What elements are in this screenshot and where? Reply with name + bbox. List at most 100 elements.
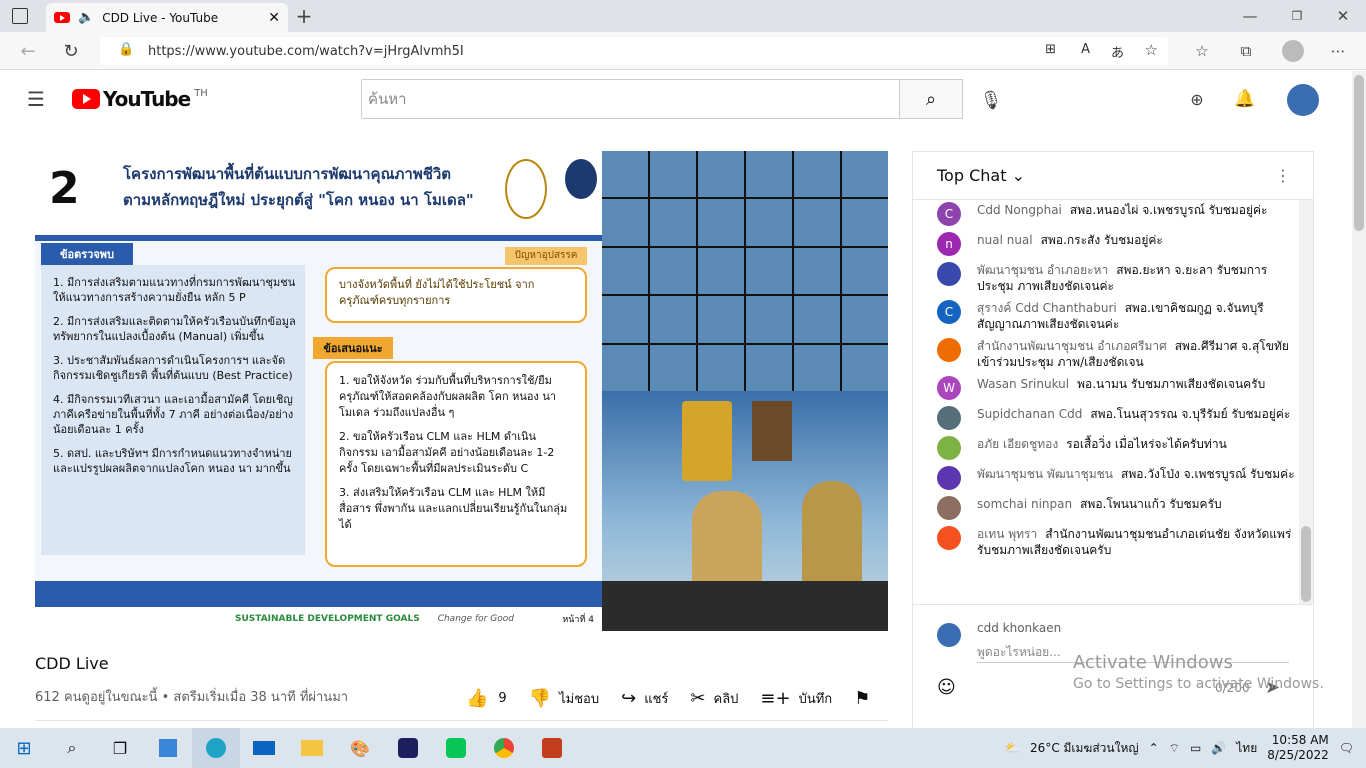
chat-more-icon[interactable]: ⋮ (1275, 166, 1291, 185)
search-input[interactable]: ค้นหา (361, 79, 900, 119)
chat-author[interactable]: Wasan Srinukul (977, 377, 1069, 391)
url-field[interactable]: 🔒 https://www.youtube.com/watch?v=jHrgAl… (100, 37, 1168, 65)
notifications-bell-icon[interactable]: 🔔 (1234, 88, 1256, 110)
chat-author[interactable]: อเทน พุทรา (977, 527, 1037, 541)
chat-author[interactable]: Supidchanan Cdd (977, 407, 1082, 421)
refresh-icon[interactable]: ↻ (60, 41, 82, 62)
network-icon[interactable]: ⌔ (1169, 741, 1180, 756)
start-button[interactable]: ⊞ (0, 728, 48, 768)
logo-text: YouTube (103, 87, 191, 111)
chat-message[interactable]: W Wasan Srinukul พอ.นามน รับชมภาพเสียงชัดเ… (913, 374, 1299, 404)
translate-icon[interactable]: あ (1111, 42, 1124, 61)
weather-icon[interactable]: ⛅ (1005, 741, 1020, 755)
scrollbar-thumb[interactable] (1301, 526, 1311, 602)
chat-author[interactable]: อภัย เอียดชูทอง (977, 437, 1058, 451)
chat-message-body: Supidchanan Cdd สพอ.โนนสุวรรณ จ.บุรีรัมย์… (977, 406, 1290, 430)
chat-mode-dropdown[interactable]: Top Chat ⌄ (937, 166, 1025, 185)
app-w-icon[interactable] (384, 728, 432, 768)
edge-icon[interactable] (192, 728, 240, 768)
app-icon[interactable]: ⊞ (1045, 42, 1056, 57)
mail-icon[interactable] (240, 728, 288, 768)
store-icon[interactable] (144, 728, 192, 768)
emoji-icon[interactable]: ☺ (937, 677, 956, 698)
tab-title: CDD Live - YouTube (102, 10, 219, 25)
favorites-icon[interactable]: ☆ (1192, 41, 1212, 61)
chat-message[interactable]: อเทน พุทรา สำนักงานพัฒนาชุมชนอำเภอเด่นชัย… (913, 524, 1299, 562)
search-taskbar-icon[interactable]: ⌕ (48, 728, 96, 768)
minimize-icon[interactable]: — (1240, 6, 1260, 26)
chat-author[interactable]: พัฒนาชุมชน พัฒนาชุมชน (977, 467, 1113, 481)
slide-number: 2 (49, 163, 80, 214)
volume-icon[interactable]: 🔊 (1211, 741, 1226, 755)
browser-tab[interactable]: 🔈 CDD Live - YouTube ✕ (46, 3, 288, 32)
page-scrollbar-thumb[interactable] (1354, 75, 1364, 231)
language-indicator[interactable]: ไทย (1236, 739, 1257, 758)
tab-actions-icon[interactable] (12, 8, 28, 24)
thumbs-down-icon: 👎 (528, 688, 552, 709)
chat-message[interactable]: พัฒนาชุมชน อำเภอยะหา สพอ.ยะหา จ.ยะลา รับช… (913, 260, 1299, 298)
chat-author[interactable]: somchai ninpan (977, 497, 1072, 511)
chat-message[interactable]: พัฒนาชุมชน พัฒนาชุมชน สพอ.วังโป่ง จ.เพชรบ… (913, 464, 1299, 494)
speaker-icon[interactable]: 🔈 (78, 10, 94, 25)
paint-icon[interactable]: 🎨 (336, 728, 384, 768)
windows-logo-icon: ⊞ (16, 737, 32, 759)
microphone-icon[interactable]: 🎙 (978, 87, 1004, 113)
like-button[interactable]: 👍 9 (466, 688, 507, 709)
chat-author[interactable]: พัฒนาชุมชน อำเภอยะหา (977, 263, 1108, 277)
chat-avatar (937, 526, 961, 550)
chat-message[interactable]: C Cdd Nongphai สพอ.หนองไผ่ จ.เพชรบูรณ์ รับ… (913, 200, 1299, 230)
chat-message[interactable]: Supidchanan Cdd สพอ.โนนสุวรรณ จ.บุรีรัมย์… (913, 404, 1299, 434)
restore-icon[interactable]: ❐ (1287, 6, 1307, 26)
chat-author[interactable]: Cdd Nongphai (977, 203, 1062, 217)
create-video-icon[interactable]: ⊕ (1185, 89, 1209, 109)
file-explorer-icon[interactable] (288, 728, 336, 768)
favorite-add-icon[interactable]: ☆ (1145, 41, 1158, 59)
line-icon[interactable] (432, 728, 480, 768)
video-player[interactable]: 2 โครงการพัฒนาพื้นที่ต้นแบบการพัฒนาคุณภา… (35, 151, 888, 631)
share-button[interactable]: ↪ แชร์ (621, 688, 668, 709)
clock[interactable]: 10:58 AM 8/25/2022 (1267, 733, 1329, 763)
close-window-icon[interactable]: ✕ (1333, 6, 1353, 26)
collections-icon[interactable]: ⧉ (1236, 41, 1256, 61)
profile-icon[interactable] (1282, 40, 1304, 62)
read-aloud-icon[interactable]: A (1081, 42, 1090, 57)
chat-message[interactable]: C สุรางค์ Cdd Chanthaburi สพอ.เขาคิชฌกูฏ จ… (913, 298, 1299, 336)
search-button[interactable]: ⌕ (899, 79, 963, 119)
chat-author[interactable]: nual nual (977, 233, 1033, 247)
tray-chevron-icon[interactable]: ⌃ (1149, 741, 1159, 755)
powerpoint-icon[interactable] (528, 728, 576, 768)
task-view-icon[interactable]: ❐ (96, 728, 144, 768)
footer-change: Change for Good (437, 614, 514, 624)
footer-goals: SUSTAINABLE DEVELOPMENT GOALS (235, 614, 420, 624)
dislike-button[interactable]: 👎 ไม่ชอบ (529, 688, 599, 709)
chat-author[interactable]: สำนักงานพัฒนาชุมชน อำเภอศรีมาศ (977, 339, 1167, 353)
chat-message[interactable]: อภัย เอียดชูทอง รอเสื้อวิ่ง เมื่อไหร่จะได… (913, 434, 1299, 464)
chat-text: รอเสื้อวิ่ง เมื่อไหร่จะได้ครับท่าน (1066, 437, 1227, 451)
weather-text[interactable]: 26°C มีเมฆส่วนใหญ่ (1030, 739, 1139, 758)
chat-avatar (937, 406, 961, 430)
clip-button[interactable]: ✂ คลิป (690, 688, 738, 709)
youtube-logo[interactable]: YouTube TH (72, 87, 208, 111)
page-scrollbar[interactable] (1352, 71, 1366, 728)
chat-text: สพอ.กระสัง รับชมอยู่ค่ะ (1040, 233, 1163, 247)
finding-item: 2. มีการส่งเสริมและติดตามให้ครัวเรือนบัน… (53, 315, 296, 343)
chat-message[interactable]: สำนักงานพัฒนาชุมชน อำเภอศรีมาศ สพอ.ศีรีมา… (913, 336, 1299, 374)
chat-message[interactable]: n nual nual สพอ.กระสัง รับชมอยู่ค่ะ (913, 230, 1299, 260)
save-button[interactable]: ≡+ บันทึก (760, 688, 832, 709)
chrome-icon[interactable] (480, 728, 528, 768)
back-icon[interactable]: ← (18, 41, 38, 62)
notification-center-icon[interactable]: 🗨 (1339, 741, 1354, 755)
account-avatar[interactable] (1287, 84, 1319, 116)
new-tab-icon[interactable]: + (294, 4, 314, 28)
close-tab-icon[interactable]: ✕ (268, 10, 280, 26)
chat-scrollbar[interactable] (1299, 200, 1313, 604)
chat-message-body: Cdd Nongphai สพอ.หนองไผ่ จ.เพชรบูรณ์ รับช… (977, 202, 1268, 226)
hamburger-menu-icon[interactable]: ☰ (26, 87, 46, 111)
report-button[interactable]: ⚑ (854, 688, 870, 709)
chat-message-body: somchai ninpan สพอ.โพนนาแก้ว รับชมครับ (977, 496, 1222, 520)
battery-icon[interactable]: ▭ (1190, 741, 1201, 755)
more-menu-icon[interactable]: ⋯ (1328, 41, 1348, 61)
share-icon: ↪ (621, 688, 637, 709)
chat-author[interactable]: สุรางค์ Cdd Chanthaburi (977, 301, 1117, 315)
chat-message[interactable]: somchai ninpan สพอ.โพนนาแก้ว รับชมครับ (913, 494, 1299, 524)
